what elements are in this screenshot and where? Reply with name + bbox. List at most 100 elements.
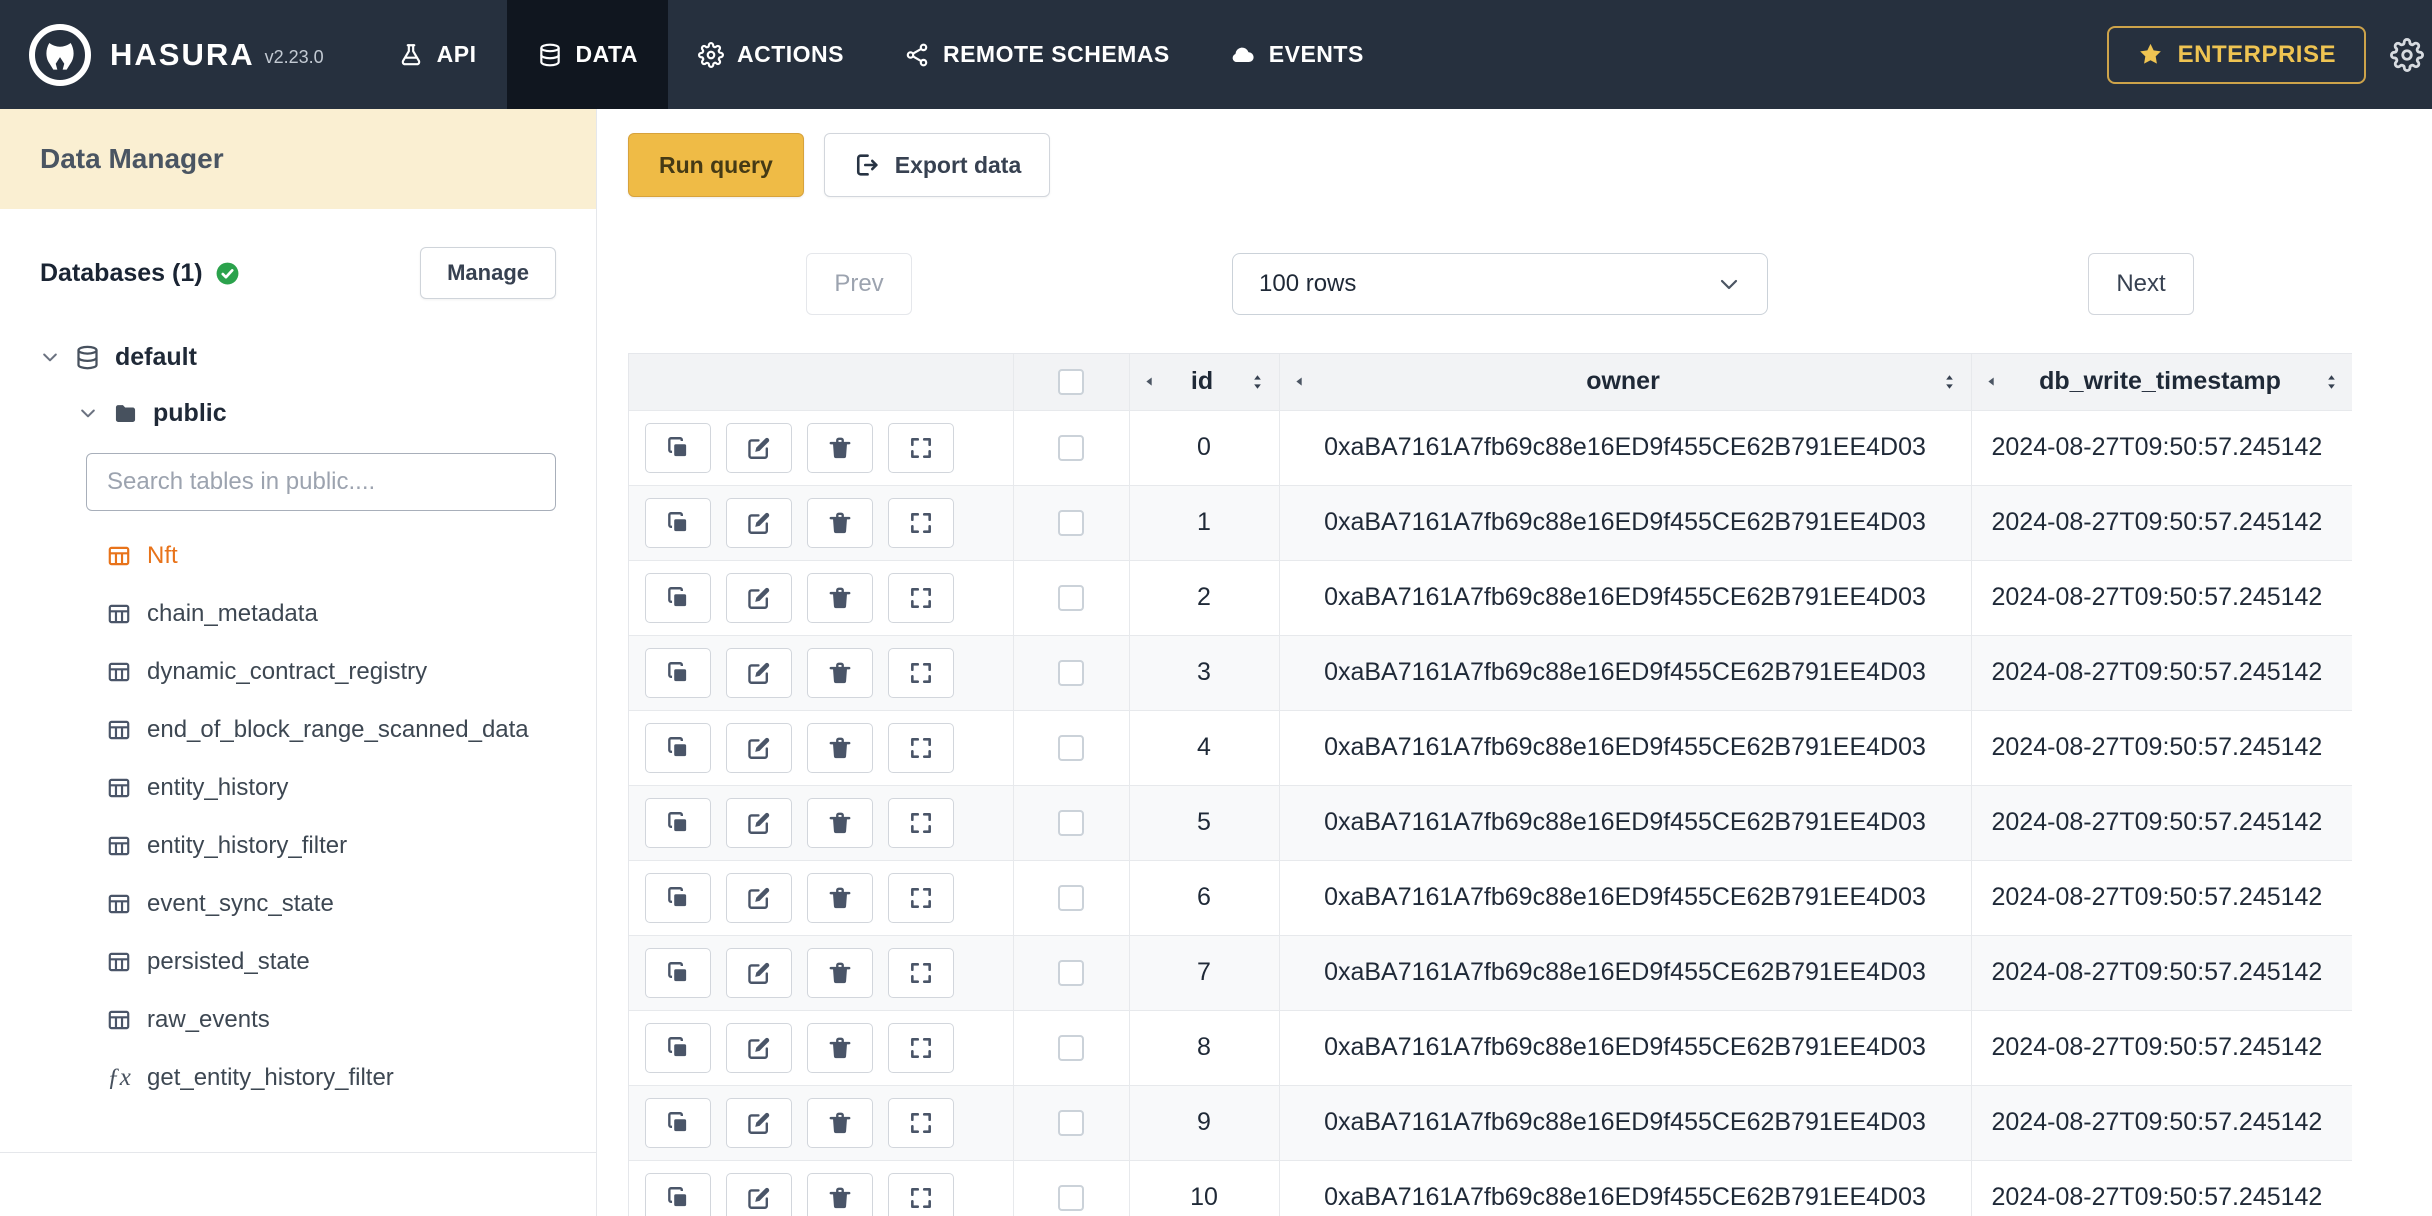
- row-checkbox[interactable]: [1058, 734, 1084, 761]
- rows-per-page-select[interactable]: 100 rows: [1232, 253, 1768, 315]
- delete-row-button[interactable]: [807, 1022, 873, 1073]
- enterprise-button[interactable]: ENTERPRISE: [2106, 25, 2366, 84]
- delete-row-button[interactable]: [807, 722, 873, 773]
- row-checkbox[interactable]: [1058, 884, 1084, 911]
- sidebar-function-get_entity_history_filter[interactable]: ƒx get_entity_history_filter: [106, 1049, 556, 1107]
- expand-row-button[interactable]: [888, 722, 954, 773]
- table-icon: [106, 659, 132, 685]
- expand-row-button[interactable]: [888, 797, 954, 848]
- export-data-button[interactable]: Export data: [823, 133, 1051, 197]
- edit-row-button[interactable]: [726, 647, 792, 698]
- sidebar-table-event_sync_state[interactable]: event_sync_state: [106, 875, 556, 933]
- edit-row-button[interactable]: [726, 497, 792, 548]
- expand-row-button[interactable]: [888, 872, 954, 923]
- chevron-down-icon[interactable]: [78, 403, 98, 423]
- expand-row-button[interactable]: [888, 647, 954, 698]
- delete-row-button[interactable]: [807, 647, 873, 698]
- sidebar-table-chain_metadata[interactable]: chain_metadata: [106, 585, 556, 643]
- hasura-brand[interactable]: HASURA v2.23.0: [28, 23, 324, 87]
- delete-row-button[interactable]: [807, 1172, 873, 1216]
- nav-item-api[interactable]: API: [368, 0, 507, 109]
- edit-row-button[interactable]: [726, 1172, 792, 1216]
- edit-row-button[interactable]: [726, 572, 792, 623]
- chevron-down-icon[interactable]: [40, 347, 60, 367]
- sort-icon[interactable]: [1940, 371, 1959, 393]
- edit-row-button[interactable]: [726, 872, 792, 923]
- copy-row-button[interactable]: [645, 947, 711, 998]
- nav-item-actions[interactable]: ACTIONS: [668, 0, 874, 109]
- row-checkbox-cell: [1013, 860, 1130, 936]
- settings-gear-icon[interactable]: [2390, 37, 2424, 72]
- expand-row-button[interactable]: [888, 572, 954, 623]
- copy-row-button[interactable]: [645, 872, 711, 923]
- edit-row-button[interactable]: [726, 422, 792, 473]
- delete-row-button[interactable]: [807, 872, 873, 923]
- delete-row-button[interactable]: [807, 572, 873, 623]
- row-checkbox[interactable]: [1058, 434, 1084, 461]
- copy-row-button[interactable]: [645, 1097, 711, 1148]
- expand-row-button[interactable]: [888, 422, 954, 473]
- sidebar-table-end_of_block_range_scanned_data[interactable]: end_of_block_range_scanned_data: [106, 701, 556, 759]
- sort-icon[interactable]: [1248, 371, 1267, 393]
- column-header-id[interactable]: id: [1129, 354, 1280, 411]
- prev-page-button[interactable]: Prev: [806, 253, 912, 315]
- row-checkbox[interactable]: [1058, 584, 1084, 611]
- edit-row-button[interactable]: [726, 797, 792, 848]
- row-checkbox[interactable]: [1058, 809, 1084, 836]
- copy-row-button[interactable]: [645, 1172, 711, 1216]
- expand-row-button[interactable]: [888, 1022, 954, 1073]
- edit-row-button[interactable]: [726, 947, 792, 998]
- next-page-button[interactable]: Next: [2088, 253, 2194, 315]
- sort-icon[interactable]: [2322, 371, 2341, 393]
- row-checkbox[interactable]: [1058, 1034, 1084, 1061]
- row-checkbox[interactable]: [1058, 1109, 1084, 1136]
- table-header-row: id owner db_write_timestamp: [629, 354, 2352, 411]
- delete-row-button[interactable]: [807, 497, 873, 548]
- sidebar-table-entity_history[interactable]: entity_history: [106, 759, 556, 817]
- row-checkbox[interactable]: [1058, 659, 1084, 686]
- expand-row-button[interactable]: [888, 497, 954, 548]
- sidebar-table-Nft[interactable]: Nft: [106, 527, 556, 585]
- row-actions-cell: [629, 860, 1014, 936]
- edit-row-button[interactable]: [726, 722, 792, 773]
- copy-row-button[interactable]: [645, 722, 711, 773]
- row-checkbox-cell: [1013, 560, 1130, 636]
- sidebar-table-dynamic_contract_registry[interactable]: dynamic_contract_registry: [106, 643, 556, 701]
- delete-row-button[interactable]: [807, 947, 873, 998]
- copy-row-button[interactable]: [645, 797, 711, 848]
- sidebar-table-entity_history_filter[interactable]: entity_history_filter: [106, 817, 556, 875]
- row-checkbox[interactable]: [1058, 1184, 1084, 1211]
- nav-item-data[interactable]: DATA: [506, 0, 668, 109]
- cell-db-write-timestamp: 2024-08-27T09:50:57.245142: [1971, 785, 2352, 861]
- sidebar-table-persisted_state[interactable]: persisted_state: [106, 933, 556, 991]
- copy-row-button[interactable]: [645, 572, 711, 623]
- tree-item-schema-public[interactable]: public: [78, 385, 556, 441]
- select-all-checkbox[interactable]: [1058, 368, 1084, 395]
- copy-row-button[interactable]: [645, 497, 711, 548]
- tree-item-database-default[interactable]: default: [40, 329, 556, 385]
- copy-row-button[interactable]: [645, 647, 711, 698]
- delete-row-button[interactable]: [807, 1097, 873, 1148]
- flask-icon: [398, 42, 424, 68]
- edit-row-button[interactable]: [726, 1022, 792, 1073]
- table-body: 0 0xaBA7161A7fb69c88e16ED9f455CE62B791EE4…: [629, 410, 2352, 1216]
- delete-row-button[interactable]: [807, 797, 873, 848]
- nav-item-label: EVENTS: [1268, 41, 1364, 67]
- column-header-owner[interactable]: owner: [1279, 354, 1972, 411]
- copy-row-button[interactable]: [645, 422, 711, 473]
- sidebar-table-raw_events[interactable]: raw_events: [106, 991, 556, 1049]
- manage-button[interactable]: Manage: [420, 247, 556, 299]
- row-checkbox[interactable]: [1058, 959, 1084, 986]
- expand-row-button[interactable]: [888, 1172, 954, 1216]
- column-header-db_write_timestamp[interactable]: db_write_timestamp: [1971, 354, 2352, 411]
- expand-row-button[interactable]: [888, 947, 954, 998]
- expand-row-button[interactable]: [888, 1097, 954, 1148]
- row-checkbox[interactable]: [1058, 509, 1084, 536]
- edit-row-button[interactable]: [726, 1097, 792, 1148]
- table-search-input[interactable]: [86, 453, 556, 511]
- nav-item-events[interactable]: EVENTS: [1200, 0, 1394, 109]
- nav-item-remote-schemas[interactable]: REMOTE SCHEMAS: [874, 0, 1200, 109]
- run-query-button[interactable]: Run query: [628, 133, 804, 197]
- copy-row-button[interactable]: [645, 1022, 711, 1073]
- delete-row-button[interactable]: [807, 422, 873, 473]
